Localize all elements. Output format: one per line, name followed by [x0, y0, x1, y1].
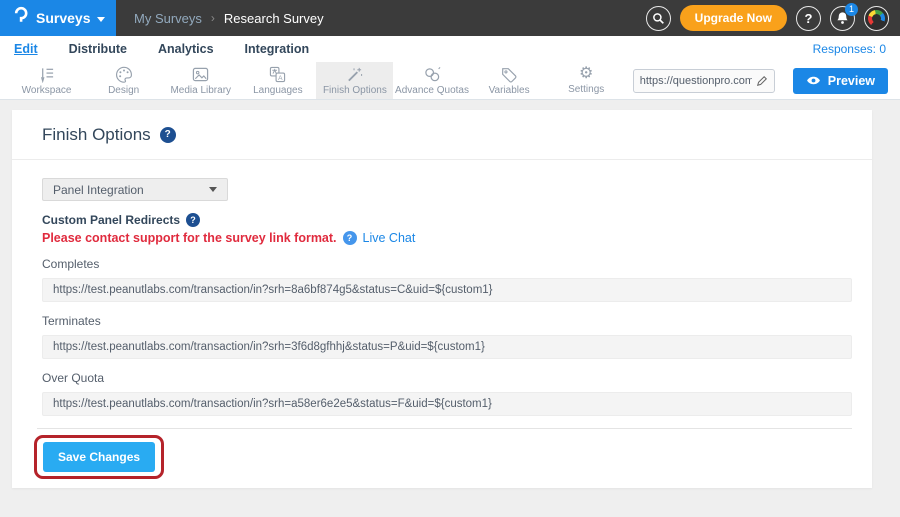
- finish-options-help-icon[interactable]: [160, 127, 176, 143]
- tab-edit[interactable]: Edit: [14, 42, 38, 56]
- completes-label: Completes: [42, 257, 852, 271]
- chevron-down-icon: [209, 187, 217, 192]
- tool-workspace[interactable]: Workspace: [8, 62, 85, 99]
- product-name: Surveys: [36, 10, 90, 26]
- top-bar: Surveys My Surveys › Research Survey Upg…: [0, 0, 900, 36]
- product-menu[interactable]: Surveys: [0, 0, 116, 36]
- terminates-input[interactable]: [42, 335, 852, 359]
- survey-url-text: https://questionpro.com/t/A: [640, 75, 752, 87]
- section-heading-row: Custom Panel Redirects: [42, 213, 852, 227]
- upgrade-now-button[interactable]: Upgrade Now: [680, 5, 787, 31]
- terminates-label: Terminates: [42, 314, 852, 328]
- tool-media-library[interactable]: Media Library: [162, 62, 239, 99]
- live-chat-help-icon[interactable]: [343, 231, 357, 245]
- footer-divider: [37, 428, 852, 429]
- palette-icon: [115, 66, 133, 83]
- breadcrumb-my-surveys[interactable]: My Surveys: [134, 11, 202, 26]
- survey-nav: Edit Distribute Analytics Integration Re…: [0, 36, 900, 62]
- panel-header: Finish Options: [12, 110, 872, 160]
- panel-integration-select[interactable]: Panel Integration: [42, 178, 228, 201]
- magic-wand-icon: [345, 66, 364, 83]
- page-title: Finish Options: [42, 125, 151, 145]
- edit-toolbar: Workspace Design Media Library A Languag…: [0, 62, 900, 100]
- account-avatar[interactable]: [864, 6, 889, 31]
- tool-languages[interactable]: A Languages: [239, 62, 316, 99]
- eye-icon: [806, 75, 821, 86]
- survey-url-field[interactable]: https://questionpro.com/t/A: [633, 69, 775, 93]
- edit-pencil-icon[interactable]: [756, 75, 768, 87]
- chevron-down-icon: [97, 17, 105, 22]
- custom-redirects-help-icon[interactable]: [186, 213, 200, 227]
- translate-icon: A: [268, 66, 287, 83]
- preview-label: Preview: [828, 74, 875, 88]
- tab-analytics[interactable]: Analytics: [158, 42, 214, 56]
- support-note-row: Please contact support for the survey li…: [42, 231, 852, 245]
- svg-text:A: A: [278, 74, 283, 81]
- preview-button[interactable]: Preview: [793, 68, 888, 94]
- finish-options-panel: Finish Options Panel Integration Custom …: [12, 110, 872, 488]
- section-heading: Custom Panel Redirects: [42, 213, 180, 227]
- help-button[interactable]: [796, 6, 821, 31]
- breadcrumb-separator: ›: [211, 11, 215, 25]
- links-icon: [423, 66, 442, 83]
- breadcrumb-current-survey: Research Survey: [224, 11, 324, 26]
- over-quota-label: Over Quota: [42, 371, 852, 385]
- annotation-highlight: Save Changes: [34, 435, 164, 479]
- support-note: Please contact support for the survey li…: [42, 231, 337, 245]
- live-chat-link[interactable]: Live Chat: [363, 231, 416, 245]
- save-changes-button[interactable]: Save Changes: [43, 442, 155, 472]
- responses-count[interactable]: Responses: 0: [813, 42, 886, 56]
- gear-icon: ⚙: [579, 66, 593, 82]
- tool-advance-quotas[interactable]: Advance Quotas: [393, 62, 470, 99]
- tool-variables[interactable]: Variables: [471, 62, 548, 99]
- completes-input[interactable]: [42, 278, 852, 302]
- image-icon: [191, 66, 210, 83]
- search-button[interactable]: [646, 6, 671, 31]
- notifications-button[interactable]: 1: [830, 6, 855, 31]
- tool-settings[interactable]: ⚙ Settings: [548, 62, 625, 99]
- tab-distribute[interactable]: Distribute: [69, 42, 127, 56]
- notification-badge: 1: [845, 3, 858, 16]
- tag-icon: [500, 66, 518, 83]
- tool-finish-options[interactable]: Finish Options: [316, 62, 393, 99]
- panel-select-value: Panel Integration: [53, 183, 144, 197]
- questionpro-logo: [13, 6, 29, 30]
- workspace-icon: [37, 66, 56, 83]
- breadcrumb: My Surveys › Research Survey: [134, 11, 324, 26]
- panel-body: Panel Integration Custom Panel Redirects…: [12, 160, 872, 479]
- avatar-gauge-icon: [868, 10, 885, 27]
- tab-integration[interactable]: Integration: [245, 42, 310, 56]
- over-quota-input[interactable]: [42, 392, 852, 416]
- search-icon: [652, 12, 665, 25]
- topbar-actions: Upgrade Now 1: [646, 5, 900, 31]
- tool-design[interactable]: Design: [85, 62, 162, 99]
